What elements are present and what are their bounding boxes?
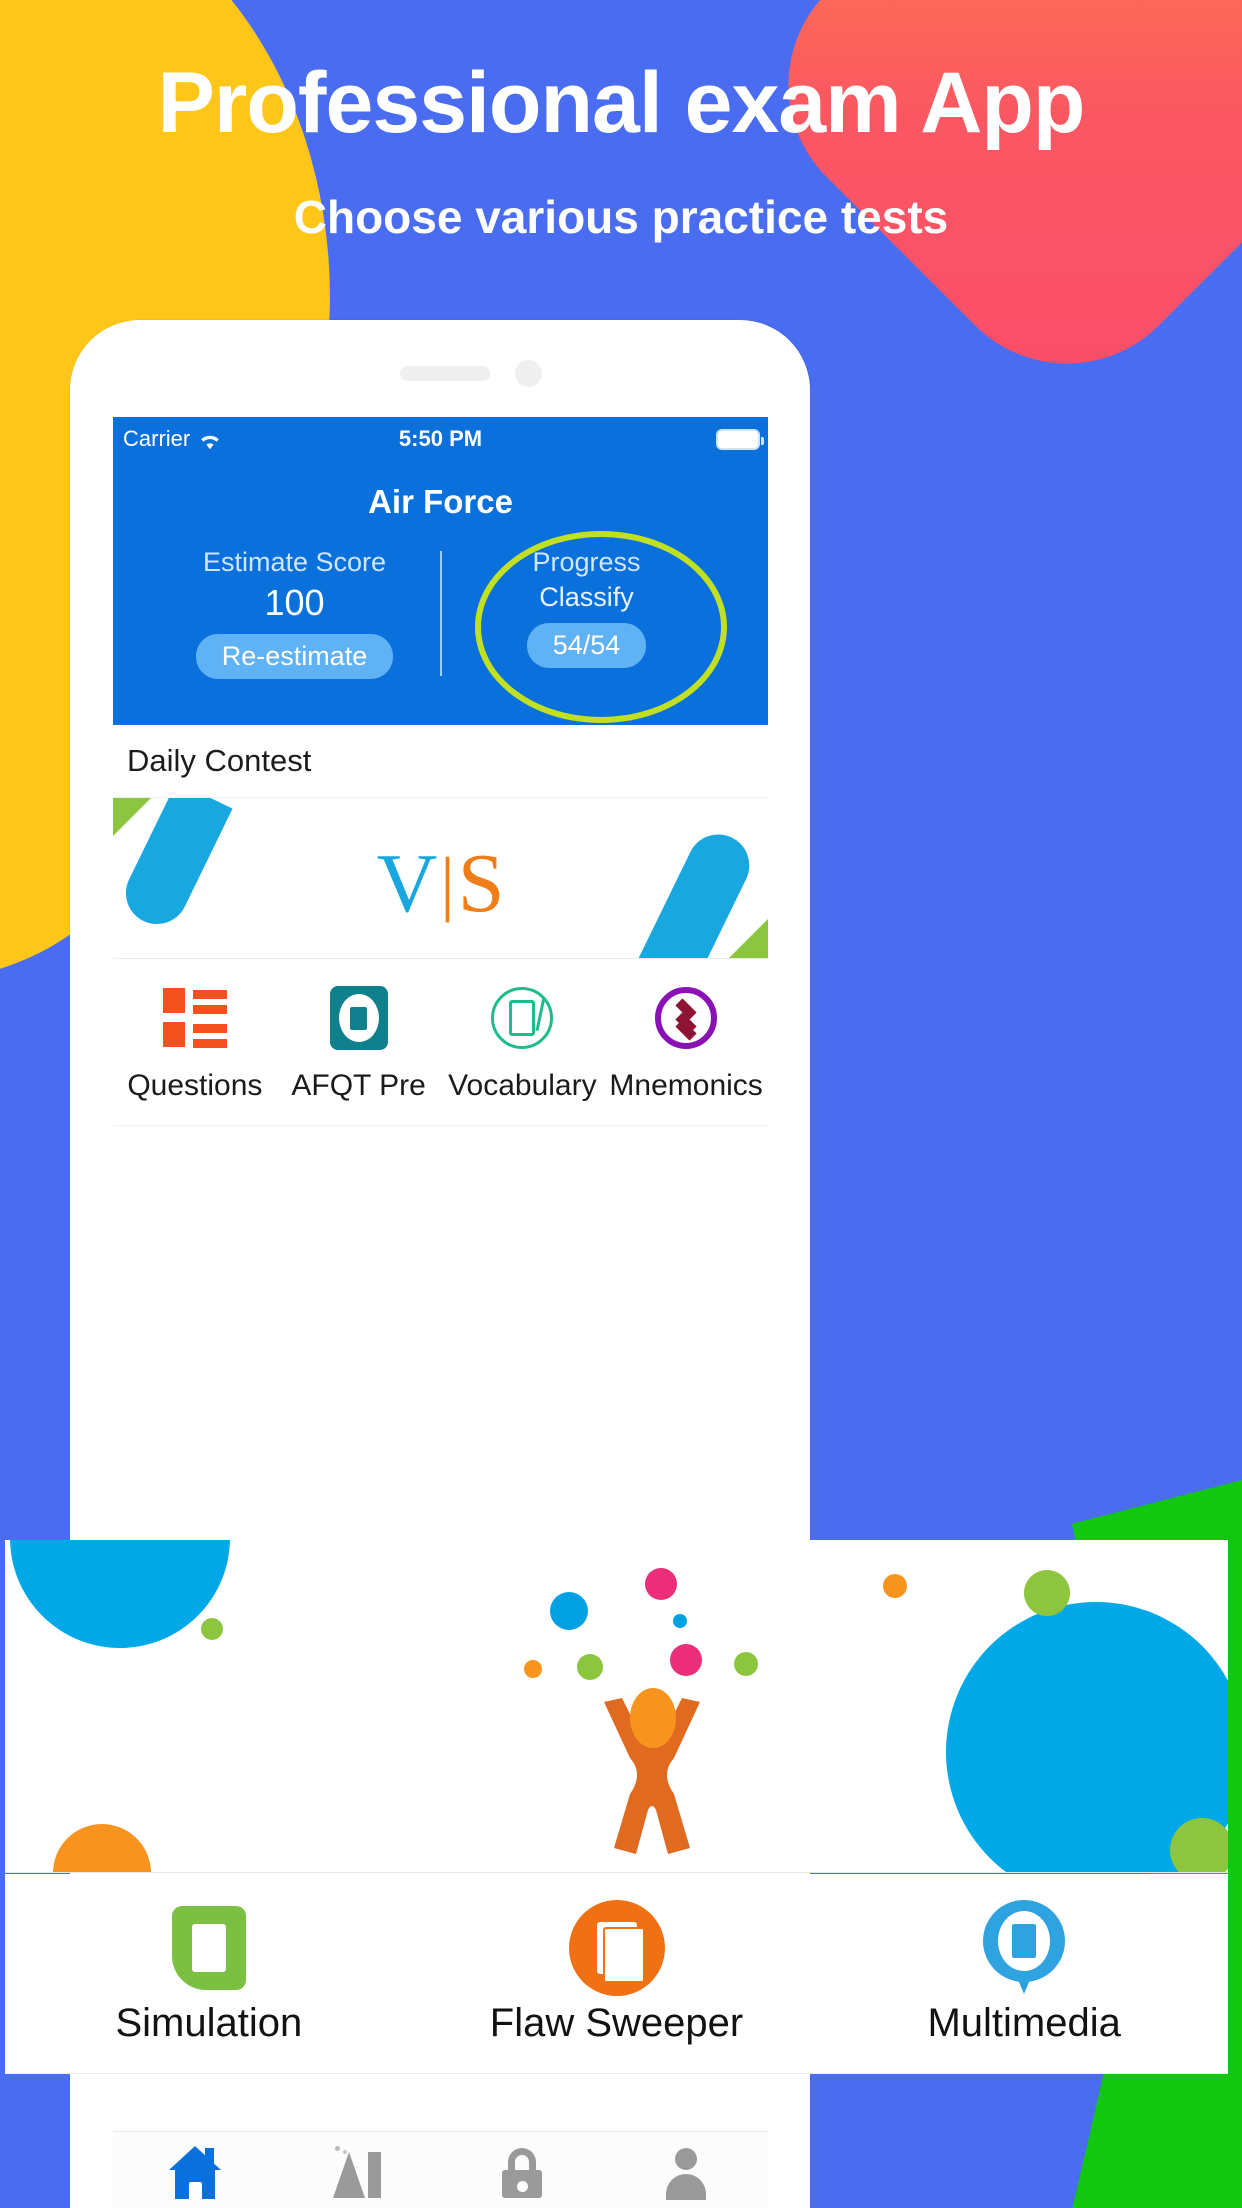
estimate-score-label: Estimate Score [202, 547, 387, 577]
feature-simulation[interactable]: Simulation [5, 1901, 413, 2046]
progress-count-badge[interactable]: 54/54 [526, 623, 647, 668]
phone-front-camera [515, 360, 542, 387]
re-estimate-button[interactable]: Re-estimate [195, 634, 394, 679]
status-bar: Carrier 5:50 PM [113, 417, 768, 461]
confetti-dot [524, 1660, 542, 1678]
tab-lock[interactable] [441, 2146, 605, 2198]
versus-v-letter: V [376, 837, 438, 930]
phone-speaker-grille [400, 366, 490, 381]
battery-icon [716, 428, 764, 450]
feature-label: Questions [127, 1069, 263, 1102]
tab-flask[interactable] [277, 2146, 441, 2198]
estimate-score-column: Estimate Score 100 Re-estimate [160, 547, 430, 679]
status-bar-right [716, 428, 764, 450]
feature-multimedia[interactable]: Multimedia [820, 1900, 1228, 2046]
feature-label: Multimedia [927, 2001, 1121, 2045]
page-title: Air Force [368, 483, 513, 520]
juggling-person-figure [550, 1570, 750, 1860]
home-icon [167, 2146, 223, 2199]
feature-afqt-pre[interactable]: AFQT Pre [277, 983, 441, 1103]
progress-classify-label: Classify [539, 582, 634, 612]
versus-logo: V|S [113, 842, 768, 926]
confetti-dot [883, 1574, 907, 1598]
scroll-quill-icon [441, 983, 605, 1053]
orange-pages-icon [413, 1900, 821, 1996]
feature-flaw-sweeper[interactable]: Flaw Sweeper [413, 1900, 821, 2046]
feature-label: Flaw Sweeper [489, 2001, 744, 2045]
blue-arc-decoration [10, 1540, 230, 1648]
hero-text-block: Professional exam App Choose various pra… [0, 0, 1242, 244]
green-dot-decoration [1024, 1570, 1070, 1616]
green-corner-left-icon [113, 798, 155, 836]
feature-label: Vocabulary [448, 1069, 597, 1102]
feature-vocabulary[interactable]: Vocabulary [441, 983, 605, 1103]
lock-icon [494, 2146, 550, 2198]
estimate-score-value: 100 [264, 582, 325, 623]
celebration-illustration-panel [5, 1540, 1228, 1873]
green-document-icon [5, 1901, 413, 1995]
daily-contest-banner[interactable]: V|S [113, 798, 768, 958]
blue-pin-card-icon [820, 1900, 1228, 1995]
daily-contest-section[interactable]: Daily Contest V|S [113, 725, 768, 959]
versus-s-letter: S [457, 837, 505, 930]
hero-title: Professional exam App [157, 55, 1086, 151]
feature-label: AFQT Pre [291, 1069, 426, 1102]
bottom-tab-bar [113, 2131, 768, 2208]
feature-row-secondary: Simulation Flaw Sweeper Multimedia [5, 1874, 1228, 2074]
tab-profile[interactable] [604, 2146, 768, 2200]
document-badge-icon [277, 983, 441, 1053]
person-icon [658, 2146, 714, 2200]
feature-row-primary: Questions AFQT Pre Vocabulary Mnemonics [113, 959, 768, 1126]
feature-label: Simulation [115, 2001, 303, 2045]
stats-divider [439, 551, 442, 676]
progress-column: Progress Classify 54/54 [452, 547, 722, 668]
diamond-stack-icon [604, 983, 768, 1053]
orange-arc-decoration [53, 1824, 151, 1872]
stats-panel: Estimate Score 100 Re-estimate Progress … [113, 531, 768, 723]
questions-grid-icon [113, 983, 277, 1053]
figure-head [630, 1688, 676, 1748]
feature-mnemonics[interactable]: Mnemonics [604, 983, 768, 1103]
daily-contest-title: Daily Contest [113, 725, 768, 798]
status-bar-time: 5:50 PM [398, 426, 483, 451]
app-header: Air Force Estimate Score 100 Re-estimate… [113, 461, 768, 725]
feature-label: Mnemonics [609, 1069, 763, 1102]
feature-questions[interactable]: Questions [113, 983, 277, 1103]
flask-icon [331, 2146, 387, 2198]
green-dot-decoration [1170, 1818, 1228, 1872]
hero-subtitle: Choose various practice tests [293, 191, 949, 244]
tab-home[interactable] [113, 2146, 277, 2199]
confetti-dot [201, 1618, 223, 1640]
versus-separator: | [440, 843, 455, 923]
progress-label: Progress [532, 547, 641, 577]
screenshot-stage: Professional exam App Choose various pra… [0, 0, 1242, 2208]
